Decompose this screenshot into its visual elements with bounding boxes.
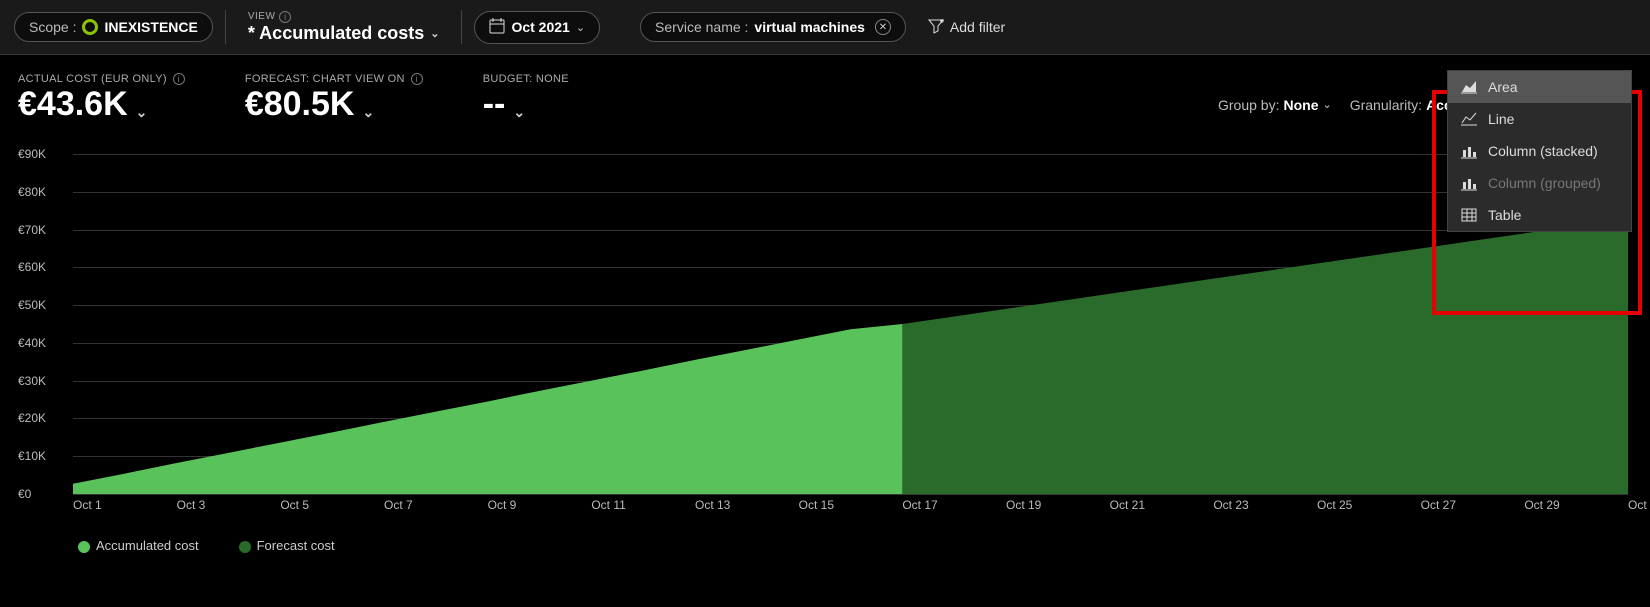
metric-actual-cost[interactable]: ACTUAL COST (EUR ONLY) i €43.6K ⌄	[18, 73, 185, 124]
chart-type-option-line[interactable]: Line	[1448, 103, 1631, 135]
divider	[461, 10, 462, 44]
legend-dot-icon	[239, 541, 251, 553]
date-value: Oct 2021	[511, 19, 569, 35]
scope-ring-icon	[82, 19, 98, 35]
metrics-row: ACTUAL COST (EUR ONLY) i €43.6K ⌄ FORECAST…	[0, 55, 1650, 124]
legend-item-accumulated[interactable]: Accumulated cost	[78, 538, 199, 553]
chevron-down-icon: ⌄	[362, 104, 374, 121]
group-by-value: None	[1283, 97, 1318, 113]
metric-budget-val: --	[483, 85, 506, 124]
chevron-down-icon: ⌄	[1322, 98, 1331, 111]
metric-budget[interactable]: BUDGET: NONE -- ⌄	[483, 73, 569, 124]
legend-item-forecast[interactable]: Forecast cost	[239, 538, 335, 553]
chevron-down-icon: ⌄	[430, 27, 439, 40]
chart-container: €0€10K€20K€30K€40K€50K€60K€70K€80K€90K O…	[18, 154, 1632, 553]
legend-dot-icon	[78, 541, 90, 553]
add-filter-button[interactable]: Add filter	[916, 12, 1017, 43]
y-tick: €60K	[18, 260, 68, 274]
column-chart-icon	[1460, 175, 1478, 191]
chart-type-dropdown: AreaLineColumn (stacked)Column (grouped)…	[1447, 70, 1632, 232]
y-tick: €0	[18, 487, 68, 501]
chart-type-option-column-stacked-[interactable]: Column (stacked)	[1448, 135, 1631, 167]
y-tick: €10K	[18, 449, 68, 463]
granularity-label: Granularity:	[1350, 97, 1422, 113]
chevron-down-icon: ⌄	[576, 21, 585, 34]
group-by-label: Group by:	[1218, 97, 1279, 113]
column-chart-icon	[1460, 143, 1478, 159]
info-icon: i	[279, 11, 291, 23]
y-tick: €30K	[18, 374, 68, 388]
legend-series1: Accumulated cost	[96, 538, 199, 553]
scope-value: INEXISTENCE	[104, 19, 197, 35]
metric-forecast[interactable]: FORECAST: CHART VIEW ON i €80.5K ⌄	[245, 73, 423, 124]
info-icon: i	[173, 73, 185, 85]
y-tick: €40K	[18, 336, 68, 350]
y-tick: €70K	[18, 223, 68, 237]
view-header: VIEW	[248, 11, 276, 22]
y-tick: €50K	[18, 298, 68, 312]
metric-forecast-hdr: FORECAST: CHART VIEW ON	[245, 73, 405, 85]
y-axis: €0€10K€20K€30K€40K€50K€60K€70K€80K€90K	[18, 154, 68, 494]
filter-chip-label: Service name :	[655, 19, 748, 35]
chart-plot	[73, 154, 1628, 494]
chart-type-option-column-grouped-: Column (grouped)	[1448, 167, 1631, 199]
add-filter-icon	[928, 18, 944, 37]
chart-type-option-table[interactable]: Table	[1448, 199, 1631, 231]
grid-line	[73, 494, 1628, 495]
view-selector[interactable]: VIEW i * Accumulated costs ⌄	[238, 11, 450, 44]
y-tick: €20K	[18, 411, 68, 425]
view-value: * Accumulated costs	[248, 23, 424, 44]
y-tick: €90K	[18, 147, 68, 161]
remove-filter-icon[interactable]: ✕	[875, 19, 891, 35]
date-selector[interactable]: Oct 2021 ⌄	[474, 11, 600, 44]
legend: Accumulated cost Forecast cost	[78, 538, 1632, 553]
chevron-down-icon: ⌄	[513, 104, 525, 121]
toolbar: Scope : INEXISTENCE VIEW i * Accumulated…	[0, 0, 1650, 55]
chart-type-option-area[interactable]: Area	[1448, 71, 1631, 103]
metric-actual-val: €43.6K	[18, 85, 128, 124]
group-by-selector[interactable]: Group by: None ⌄	[1218, 97, 1332, 113]
metric-budget-hdr: BUDGET: NONE	[483, 73, 569, 85]
filter-chip-service[interactable]: Service name : virtual machines ✕	[640, 12, 906, 42]
chevron-down-icon: ⌄	[136, 104, 148, 121]
table-chart-icon	[1460, 207, 1478, 223]
line-chart-icon	[1460, 111, 1478, 127]
divider	[225, 10, 226, 44]
filter-chip-value: virtual machines	[754, 19, 865, 35]
metric-forecast-val: €80.5K	[245, 85, 355, 124]
add-filter-label: Add filter	[950, 19, 1005, 35]
y-tick: €80K	[18, 185, 68, 199]
legend-series2: Forecast cost	[257, 538, 335, 553]
scope-selector[interactable]: Scope : INEXISTENCE	[14, 12, 213, 42]
calendar-icon	[489, 18, 505, 37]
scope-label: Scope :	[29, 19, 76, 35]
metric-actual-hdr: ACTUAL COST (EUR ONLY)	[18, 73, 167, 85]
area-chart-icon	[1460, 79, 1478, 95]
info-icon: i	[411, 73, 423, 85]
